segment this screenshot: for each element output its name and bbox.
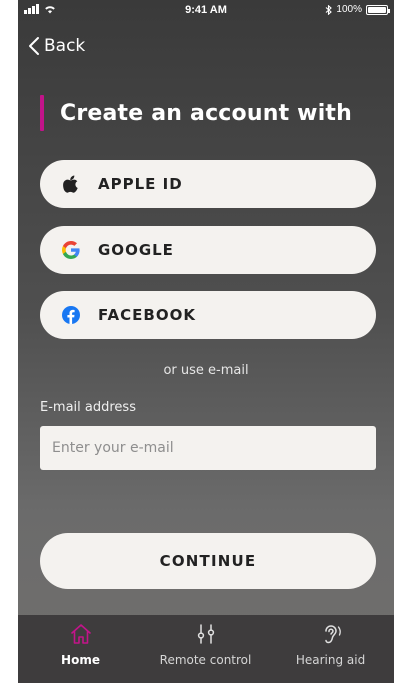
google-button[interactable]: GOOGLE xyxy=(40,226,376,274)
tab-home[interactable]: Home xyxy=(18,615,143,683)
battery-icon xyxy=(366,4,390,15)
google-label: GOOGLE xyxy=(98,241,174,259)
facebook-label: FACEBOOK xyxy=(98,306,196,324)
google-icon xyxy=(62,241,80,259)
back-button[interactable]: Back xyxy=(28,36,85,56)
tab-hearing-aid-label: Hearing aid xyxy=(295,653,366,667)
phone-screen: 9:41 AM 100% Back Create an account with… xyxy=(18,0,394,683)
tab-bar: Home Remote control Hearing aid xyxy=(18,615,394,683)
bluetooth-icon xyxy=(326,4,333,15)
tab-home-label: Home xyxy=(61,653,100,667)
facebook-button[interactable]: FACEBOOK xyxy=(40,291,376,339)
apple-icon xyxy=(63,175,78,193)
apple-id-button[interactable]: APPLE ID xyxy=(40,160,376,208)
battery-percent: 100% xyxy=(336,4,362,15)
page-title: Create an account with xyxy=(60,100,353,126)
tab-hearing-aid[interactable]: Hearing aid xyxy=(268,615,393,683)
status-bar: 9:41 AM 100% xyxy=(18,0,394,22)
ear-icon xyxy=(324,625,341,644)
back-label: Back xyxy=(44,36,86,56)
email-label: E-mail address xyxy=(40,400,136,415)
email-input[interactable] xyxy=(40,426,376,470)
tab-remote-control[interactable]: Remote control xyxy=(143,615,268,683)
continue-button[interactable]: CONTINUE xyxy=(40,533,376,589)
sliders-icon xyxy=(197,624,214,644)
facebook-icon xyxy=(62,306,80,324)
tab-remote-control-label: Remote control xyxy=(159,653,252,667)
page-title-group: Create an account with xyxy=(40,95,352,131)
or-use-email-text: or use e-mail xyxy=(163,363,249,378)
title-accent-bar xyxy=(40,95,44,131)
apple-id-label: APPLE ID xyxy=(98,175,183,193)
home-icon xyxy=(70,624,91,644)
continue-label: CONTINUE xyxy=(159,552,257,570)
chevron-left-icon xyxy=(29,37,39,55)
